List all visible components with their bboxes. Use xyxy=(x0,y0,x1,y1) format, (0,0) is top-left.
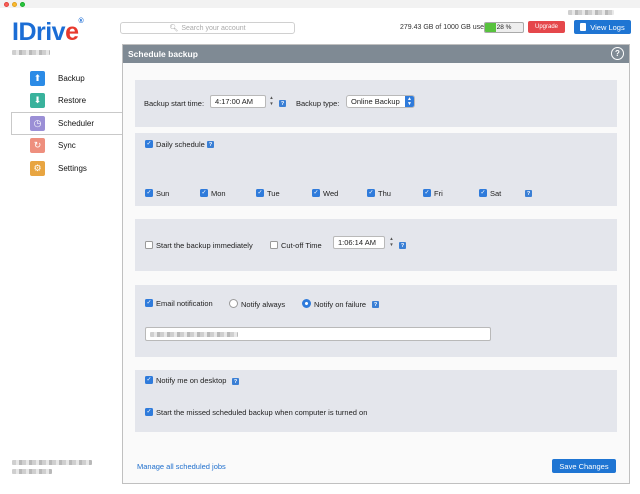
help-icon[interactable]: ? xyxy=(525,190,532,197)
window-titlebar xyxy=(0,0,640,8)
panel-title: Schedule backup xyxy=(128,49,198,59)
help-icon[interactable]: ? xyxy=(611,47,624,60)
backup-type-label: Backup type: xyxy=(296,99,340,108)
top-bar: 🔍︎ Search your account 279.43 GB of 1000… xyxy=(120,8,640,44)
start-time-value: 4:17:00 AM xyxy=(215,97,253,106)
sidebar-nav: ⬆ Backup ⬇ Restore ◷ Scheduler ↻ Sync ⚙ … xyxy=(11,67,122,180)
daily-schedule-label: Daily schedule xyxy=(156,140,205,149)
backup-type-value: Online Backup xyxy=(351,97,400,106)
daily-schedule-checkbox[interactable]: ✓ xyxy=(145,140,153,148)
account-email-redacted xyxy=(12,50,50,55)
email-notification-checkbox[interactable]: ✓ xyxy=(145,299,153,307)
view-logs-label: View Logs xyxy=(590,22,625,32)
start-time-input[interactable]: 4:17:00 AM xyxy=(210,95,266,108)
storage-usage-text: 279.43 GB of 1000 GB used xyxy=(400,24,488,31)
panel-header: Schedule backup ? xyxy=(123,45,629,63)
chevron-updown-icon: ▲ ▼ xyxy=(405,96,414,107)
daily-schedule-section: ✓ Daily schedule ? ✓ Sun ✓ Mon ✓ Tue ✓ W… xyxy=(135,133,617,206)
cutoff-time-checkbox[interactable] xyxy=(270,241,278,249)
sidebar-item-settings[interactable]: ⚙ Settings xyxy=(12,157,122,180)
storage-usage-bar: 28 % xyxy=(484,22,524,33)
restore-arrow-down-icon: ⬇ xyxy=(30,93,45,109)
sidebar-item-label: Settings xyxy=(58,163,87,173)
sidebar-item-restore[interactable]: ⬇ Restore xyxy=(12,90,122,113)
notify-always-label: Notify always xyxy=(241,300,286,309)
help-icon[interactable]: ? xyxy=(372,301,379,308)
sync-icon: ↻ xyxy=(30,138,45,154)
schedule-backup-panel: Schedule backup ? Backup start time: 4:1… xyxy=(122,44,630,484)
day-fri-checkbox[interactable]: ✓ xyxy=(423,189,431,197)
day-label: Sat xyxy=(490,189,502,198)
search-placeholder: Search your account xyxy=(181,24,246,32)
sidebar-item-scheduler[interactable]: ◷ Scheduler xyxy=(11,112,122,135)
upgrade-button[interactable]: Upgrade xyxy=(528,21,565,33)
day-sat-checkbox[interactable]: ✓ xyxy=(479,189,487,197)
sidebar-item-label: Scheduler xyxy=(58,118,95,128)
sidebar-item-sync[interactable]: ↻ Sync xyxy=(12,135,122,158)
notify-on-failure-radio[interactable] xyxy=(302,299,311,308)
save-changes-button[interactable]: Save Changes xyxy=(552,459,616,473)
sidebar: IDrive® ⬆ Backup ⬇ Restore ◷ Scheduler ↻… xyxy=(0,8,122,494)
cutoff-time-value: 1:06:14 AM xyxy=(338,238,376,247)
view-logs-button[interactable]: View Logs xyxy=(574,20,631,34)
help-icon[interactable]: ? xyxy=(399,242,406,249)
email-notification-section: ✓ Email notification Notify always Notif… xyxy=(135,285,617,357)
day-tue-checkbox[interactable]: ✓ xyxy=(256,189,264,197)
day-label: Thu xyxy=(378,189,391,198)
zoom-window-button[interactable] xyxy=(20,1,25,7)
computer-name-redacted xyxy=(12,460,105,478)
scheduler-clock-icon: ◷ xyxy=(30,115,45,131)
notify-desktop-checkbox[interactable]: ✓ xyxy=(145,376,153,384)
sidebar-item-label: Restore xyxy=(58,96,87,106)
redacted-email xyxy=(150,332,238,337)
desktop-notification-section: ✓ Notify me on desktop ? ✓ Start the mis… xyxy=(135,370,617,432)
user-id-redacted xyxy=(568,10,614,15)
cutoff-time-input[interactable]: 1:06:14 AM xyxy=(333,236,385,249)
help-icon[interactable]: ? xyxy=(207,141,214,148)
day-label: Mon xyxy=(211,189,226,198)
redacted-text xyxy=(12,460,92,465)
missed-backup-checkbox[interactable]: ✓ xyxy=(145,408,153,416)
day-wed-checkbox[interactable]: ✓ xyxy=(312,189,320,197)
day-mon-checkbox[interactable]: ✓ xyxy=(200,189,208,197)
storage-usage-percent: 28 % xyxy=(496,24,512,31)
start-time-section: Backup start time: 4:17:00 AM ▲ ▼ ? Backu… xyxy=(135,80,617,127)
manage-scheduled-jobs-link[interactable]: Manage all scheduled jobs xyxy=(137,462,226,471)
idrive-logo: IDrive® xyxy=(12,18,84,46)
search-input[interactable]: 🔍︎ Search your account xyxy=(120,22,295,34)
email-address-field[interactable] xyxy=(145,327,491,341)
day-label: Wed xyxy=(323,189,339,198)
start-immediately-checkbox[interactable] xyxy=(145,241,153,249)
sidebar-item-backup[interactable]: ⬆ Backup xyxy=(12,67,122,90)
start-immediately-label: Start the backup immediately xyxy=(156,241,253,250)
start-time-label: Backup start time: xyxy=(144,99,205,108)
cutoff-time-label: Cut-off Time xyxy=(281,241,322,250)
search-icon: 🔍︎ xyxy=(169,25,179,32)
day-label: Fri xyxy=(434,189,443,198)
close-window-button[interactable] xyxy=(4,1,9,7)
help-icon[interactable]: ? xyxy=(232,378,239,385)
sidebar-item-label: Backup xyxy=(58,73,85,83)
sidebar-item-label: Sync xyxy=(58,141,76,151)
day-sun-checkbox[interactable]: ✓ xyxy=(145,189,153,197)
redacted-text xyxy=(12,469,52,474)
settings-gear-icon: ⚙ xyxy=(30,160,45,176)
day-thu-checkbox[interactable]: ✓ xyxy=(367,189,375,197)
document-icon xyxy=(580,23,587,31)
cutoff-section: Start the backup immediately Cut-off Tim… xyxy=(135,219,617,271)
notify-always-radio[interactable] xyxy=(229,299,238,308)
help-icon[interactable]: ? xyxy=(279,100,286,107)
cutoff-time-stepper[interactable]: ▲ ▼ xyxy=(388,236,395,248)
start-time-stepper[interactable]: ▲ ▼ xyxy=(268,95,275,107)
missed-backup-label: Start the missed scheduled backup when c… xyxy=(156,408,368,417)
day-label: Sun xyxy=(156,189,170,198)
notify-desktop-label: Notify me on desktop xyxy=(156,376,227,385)
backup-type-select[interactable]: Online Backup ▲ ▼ xyxy=(346,95,415,108)
day-label: Tue xyxy=(267,189,280,198)
backup-arrow-up-icon: ⬆ xyxy=(30,70,45,86)
notify-on-failure-label: Notify on failure xyxy=(314,300,367,309)
minimize-window-button[interactable] xyxy=(12,1,17,7)
email-notification-label: Email notification xyxy=(156,299,213,308)
